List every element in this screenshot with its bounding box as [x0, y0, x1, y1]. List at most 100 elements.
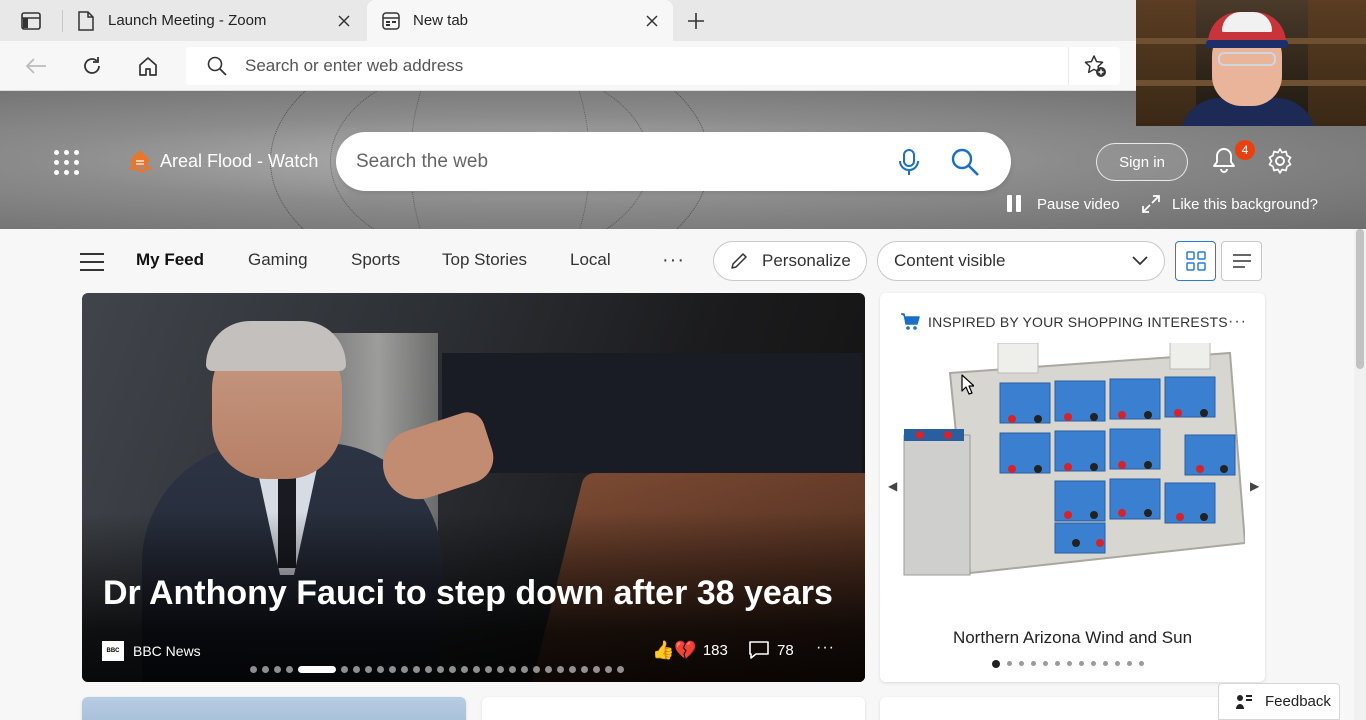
content-visibility-select[interactable]: Content visible [877, 241, 1165, 281]
carousel-dot[interactable] [250, 666, 257, 673]
home-button[interactable] [132, 50, 164, 82]
page-scrollbar[interactable] [1354, 229, 1366, 720]
carousel-dot[interactable] [298, 666, 336, 673]
address-bar[interactable] [186, 47, 1120, 85]
comments-button[interactable]: 78 [748, 640, 794, 660]
grid-view-button[interactable] [1175, 241, 1216, 281]
carousel-dot[interactable] [1019, 661, 1024, 666]
feedback-button[interactable]: Feedback [1218, 683, 1340, 720]
address-input[interactable] [245, 56, 1025, 76]
story-more-button[interactable]: ··· [816, 639, 835, 657]
carousel-dot[interactable] [1031, 661, 1036, 666]
carousel-dot[interactable] [593, 666, 600, 673]
app-launcher-button[interactable] [54, 150, 80, 176]
carousel-dot[interactable] [401, 666, 408, 673]
shopping-more-button[interactable]: ··· [1228, 313, 1247, 331]
carousel-dot[interactable] [617, 666, 624, 673]
story-headline[interactable]: Dr Anthony Fauci to step down after 38 y… [103, 574, 833, 613]
menu-button[interactable] [80, 253, 104, 271]
carousel-dot[interactable] [473, 666, 480, 673]
carousel-dot[interactable] [1007, 661, 1012, 666]
carousel-dot[interactable] [274, 666, 281, 673]
carousel-dot[interactable] [425, 666, 432, 673]
carousel-dot[interactable] [497, 666, 504, 673]
carousel-dot[interactable] [533, 666, 540, 673]
list-view-button[interactable] [1221, 241, 1262, 281]
close-tab-button[interactable] [639, 8, 665, 34]
carousel-dot[interactable] [1055, 661, 1060, 666]
search-icon[interactable] [950, 147, 980, 177]
add-favorite-button[interactable] [1068, 47, 1120, 85]
previous-product-button[interactable]: ◀ [888, 479, 897, 493]
tab-top-stories[interactable]: Top Stories [442, 250, 527, 270]
carousel-dot[interactable] [1103, 661, 1108, 666]
carousel-dot[interactable] [389, 666, 396, 673]
like-background-button[interactable]: Like this background? [1142, 195, 1318, 213]
microphone-icon[interactable] [896, 148, 922, 176]
web-search-input[interactable] [356, 150, 876, 173]
carousel-dot[interactable] [377, 666, 384, 673]
product-title[interactable]: Northern Arizona Wind and Sun [880, 628, 1265, 648]
shopping-card[interactable]: INSPIRED BY YOUR SHOPPING INTERESTS ··· [880, 293, 1265, 682]
carousel-dot[interactable] [1127, 661, 1132, 666]
flood-warning-icon [129, 150, 151, 173]
dot [64, 160, 69, 165]
feed-card[interactable] [82, 697, 466, 720]
carousel-dot[interactable] [521, 666, 528, 673]
tab-gaming[interactable]: Gaming [248, 250, 308, 270]
new-tab-button[interactable] [681, 7, 711, 35]
next-product-button[interactable]: ▶ [1250, 479, 1259, 493]
feed-card[interactable] [880, 697, 1265, 720]
story-source[interactable]: BBC BBC News [102, 641, 201, 661]
carousel-dot[interactable] [341, 666, 348, 673]
tab-actions-button[interactable] [12, 8, 50, 34]
carousel-dot[interactable] [1115, 661, 1120, 666]
web-search-box[interactable] [336, 132, 1011, 191]
carousel-dot[interactable] [353, 666, 360, 673]
weather-alert-link[interactable]: Areal Flood - Watch [126, 147, 318, 175]
gear-icon[interactable] [1266, 147, 1294, 175]
carousel-dot[interactable] [365, 666, 372, 673]
feed-card[interactable] [482, 697, 865, 720]
refresh-button[interactable] [76, 50, 108, 82]
carousel-dot[interactable] [1139, 661, 1144, 666]
carousel-dot[interactable] [1091, 661, 1096, 666]
close-tab-button[interactable] [331, 8, 357, 34]
top-story-card[interactable]: Dr Anthony Fauci to step down after 38 y… [82, 293, 865, 682]
carousel-dot[interactable] [569, 666, 576, 673]
carousel-dot[interactable] [1043, 661, 1048, 666]
reactions-button[interactable]: 👍💔 183 [652, 640, 728, 661]
tab-local[interactable]: Local [570, 250, 611, 270]
carousel-dot[interactable] [262, 666, 269, 673]
more-tabs-button[interactable]: ··· [662, 249, 685, 272]
sign-in-button[interactable]: Sign in [1096, 143, 1188, 181]
carousel-dot[interactable] [437, 666, 444, 673]
carousel-dot[interactable] [1079, 661, 1084, 666]
carousel-dot[interactable] [509, 666, 516, 673]
carousel-dot[interactable] [581, 666, 588, 673]
carousel-dot[interactable] [992, 660, 1000, 668]
arrow-left-icon [25, 58, 46, 74]
person-cap-front [1222, 12, 1272, 32]
personalize-button[interactable]: Personalize [713, 241, 867, 281]
tab-zoom[interactable]: Launch Meeting - Zoom [62, 0, 365, 41]
tab-sports[interactable]: Sports [351, 250, 400, 270]
carousel-dot[interactable] [485, 666, 492, 673]
carousel-dot[interactable] [605, 666, 612, 673]
carousel-dot[interactable] [286, 666, 293, 673]
carousel-dot[interactable] [1067, 661, 1072, 666]
comment-count: 78 [777, 641, 794, 659]
back-button[interactable] [20, 50, 52, 82]
tab-my-feed[interactable]: My Feed [136, 250, 204, 270]
tab-new-tab[interactable]: New tab [367, 0, 673, 41]
pause-video-button[interactable]: Pause video [1007, 195, 1120, 213]
dot [74, 160, 79, 165]
carousel-dot[interactable] [461, 666, 468, 673]
bell-icon[interactable] [1210, 146, 1238, 174]
carousel-dot[interactable] [449, 666, 456, 673]
scrollbar-thumb[interactable] [1356, 229, 1364, 369]
carousel-dot[interactable] [557, 666, 564, 673]
carousel-dot[interactable] [413, 666, 420, 673]
shopping-card-header: INSPIRED BY YOUR SHOPPING INTERESTS [900, 313, 1228, 331]
carousel-dot[interactable] [545, 666, 552, 673]
